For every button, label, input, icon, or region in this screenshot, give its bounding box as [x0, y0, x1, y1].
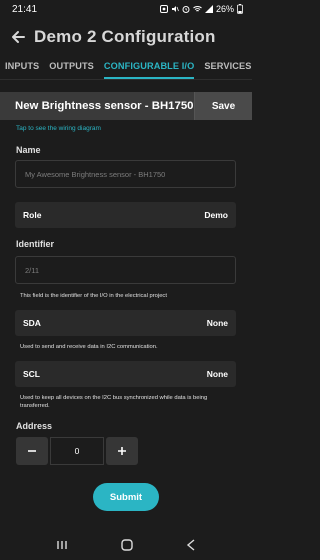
- sda-help: Used to send and receive data in I2C com…: [20, 344, 158, 350]
- role-value: Demo: [204, 210, 228, 220]
- plus-icon: [118, 447, 126, 455]
- scl-select[interactable]: SCL None: [15, 361, 236, 387]
- identifier-label: Identifier: [16, 239, 55, 249]
- wiring-diagram-link[interactable]: Tap to see the wiring diagram: [16, 125, 101, 132]
- battery-icon: [237, 4, 243, 14]
- submit-button[interactable]: Submit: [93, 483, 159, 511]
- back-icon[interactable]: [186, 539, 196, 551]
- recent-apps-icon[interactable]: [56, 540, 68, 550]
- scl-help: Used to keep all devices on the I2C bus …: [20, 395, 208, 409]
- address-stepper: 0: [16, 437, 138, 465]
- name-label: Name: [16, 145, 41, 155]
- increment-button[interactable]: [106, 437, 138, 465]
- tab-configurable-io[interactable]: CONFIGURABLE I/O: [103, 55, 195, 79]
- signal-icon: [204, 5, 213, 13]
- tab-divider: [0, 79, 252, 80]
- sda-value: None: [206, 318, 228, 328]
- sensor-header: New Brightness sensor - BH1750 Save: [0, 92, 252, 120]
- alarm-icon: [182, 6, 190, 13]
- status-bar: 21:41 26%: [0, 0, 252, 18]
- status-time: 21:41: [12, 3, 38, 15]
- status-icons: 26%: [159, 4, 243, 14]
- tab-inputs[interactable]: INPUTS: [5, 55, 39, 79]
- wifi-icon: [193, 6, 202, 12]
- sda-select[interactable]: SDA None: [15, 310, 236, 336]
- battery-percent: 26%: [215, 4, 234, 14]
- page-title: Demo 2 Configuration: [34, 27, 216, 46]
- home-icon[interactable]: [121, 539, 133, 551]
- role-select[interactable]: Role Demo: [15, 202, 236, 228]
- save-button[interactable]: Save: [194, 92, 252, 120]
- sda-label: SDA: [23, 318, 41, 328]
- back-arrow-icon[interactable]: [10, 29, 26, 45]
- system-nav-bar: [0, 530, 252, 560]
- app-header: Demo 2 Configuration: [0, 22, 252, 52]
- mute-icon: [171, 6, 179, 12]
- identifier-help: This field is the identifier of the I/O …: [20, 293, 167, 299]
- role-label: Role: [23, 210, 42, 220]
- address-value[interactable]: 0: [50, 437, 104, 465]
- address-label: Address: [16, 421, 53, 431]
- tab-services[interactable]: SERVICES: [204, 55, 251, 79]
- name-field[interactable]: My Awesome Brightness sensor - BH1750: [15, 160, 236, 188]
- identifier-field[interactable]: 2/11: [15, 256, 236, 284]
- tab-bar: INPUTS OUTPUTS CONFIGURABLE I/O SERVICES: [0, 55, 252, 79]
- tab-outputs[interactable]: OUTPUTS: [49, 55, 94, 79]
- sensor-name: New Brightness sensor - BH1750: [15, 100, 194, 112]
- decrement-button[interactable]: [16, 437, 48, 465]
- minus-icon: [28, 450, 36, 452]
- scl-value: None: [206, 369, 228, 379]
- scl-label: SCL: [23, 369, 40, 379]
- notification-icon: [159, 5, 168, 13]
